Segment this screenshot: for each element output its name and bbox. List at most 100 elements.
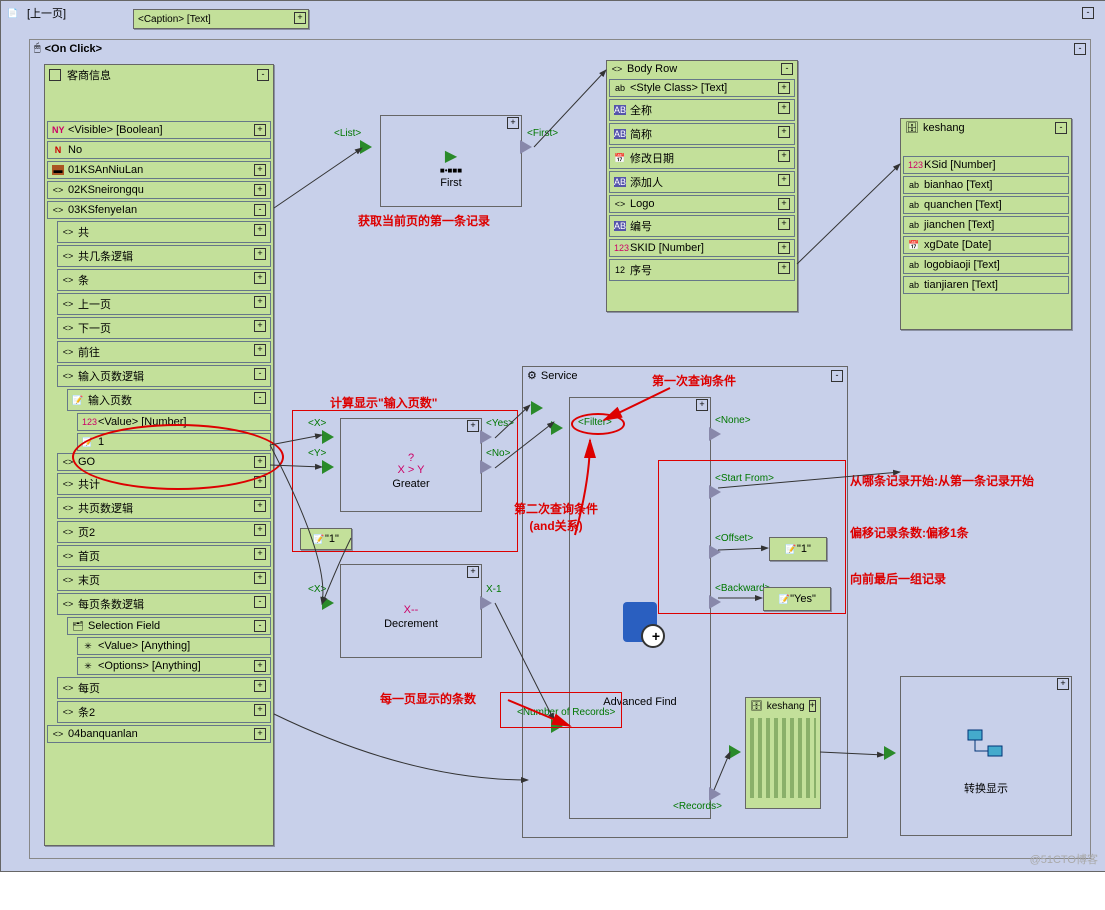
item-total-logic[interactable]: <>共几条逻辑+ [57,245,271,267]
numrec-redbox [500,692,622,728]
item-prev[interactable]: <>上一页+ [57,293,271,315]
jianchen[interactable]: abjianchen [Text] [903,216,1069,234]
collapse-icon[interactable]: - [1082,7,1094,19]
diagram-canvas: 📄 [上一页] <Caption> [Text] + - 🖱 <On Click… [0,0,1105,872]
value-anything[interactable]: ✳<Value> [Anything] [77,637,271,655]
quanchen[interactable]: abquanchen [Text] [903,196,1069,214]
plus-icon[interactable]: + [254,164,266,176]
node-04[interactable]: <>04banquanlan+ [47,725,271,743]
first-title: First [438,175,463,191]
input-logic[interactable]: <>输入页数逻辑- [57,365,271,387]
logobiaoji[interactable]: ablogobiaoji [Text] [903,256,1069,274]
item-perpage[interactable]: <>每页+ [57,677,271,699]
collapse-icon[interactable]: - [257,69,269,81]
dec-out-port[interactable] [480,596,492,610]
item-totalpage-logic[interactable]: <>共页数逻辑+ [57,497,271,519]
tianjiaren[interactable]: AB添加人+ [609,171,795,193]
node-02[interactable]: <>02KSneirongqu+ [47,181,271,199]
plus-icon[interactable]: + [294,12,306,24]
onclick-pane: 🖱 <On Click> - 客商信息 - NY<Visible> [Boole… [29,39,1091,859]
dec-x-port[interactable] [322,596,334,610]
onclick-label: <On Click> [45,43,102,55]
bodyrow-panel: <>Body Row- ab<Style Class> [Text]+ AB全称… [606,60,798,312]
db-search-icon [623,602,657,642]
n4-label: 04banquanlan [68,728,138,740]
perpage-logic[interactable]: <>每页条数逻辑- [57,593,271,615]
no-port[interactable] [480,460,492,474]
in-port[interactable] [360,140,372,154]
collapse-icon[interactable]: - [781,63,793,75]
no-label: No [68,144,82,156]
xuhao[interactable]: 12序号+ [609,259,795,281]
yes-port[interactable] [480,430,492,444]
x-port[interactable] [322,430,334,444]
params-redbox [658,460,846,614]
item-page2[interactable]: <>页2+ [57,521,271,543]
item-first[interactable]: <>首页+ [57,545,271,567]
event-icon: 🖱 [34,42,41,55]
node-01[interactable]: ▬01KSAnNiuLan+ [47,161,271,179]
item-next[interactable]: <>下一页+ [57,317,271,339]
caption-text: <Caption> [Text] [138,14,211,25]
xgdate-t[interactable]: 📅xgDate [Date] [903,236,1069,254]
item-gong[interactable]: <>共+ [57,221,271,243]
out-port[interactable] [520,140,532,154]
greater-title: Greater [390,476,431,492]
n3-label: 03KSfenyeIan [68,204,137,216]
item-tiao2[interactable]: <>条2+ [57,701,271,723]
tianjiaren-t[interactable]: abtianjiaren [Text] [903,276,1069,294]
watermark: @51CTO博客 [1030,851,1098,867]
plus-icon[interactable]: + [507,117,519,129]
input-ellipse [72,424,284,490]
n2-label: 02KSneirongqu [68,184,144,196]
sidebar-header: 客商信息 - [45,65,273,85]
prev-page-label: [上一页] [27,5,66,21]
filter-ellipse [571,413,625,435]
keshang-thumb[interactable]: 🗄keshang+ [745,697,821,809]
q-label: ? [408,452,414,464]
gear-icon: ⚙ [527,369,537,382]
styleclass[interactable]: ab<Style Class> [Text]+ [609,79,795,97]
collapse-icon[interactable]: - [1074,43,1086,55]
skid[interactable]: 123SKID [Number]+ [609,239,795,257]
item-tiao[interactable]: <>条+ [57,269,271,291]
flow-icon [966,728,1006,760]
play-icon: ▶ [445,146,457,166]
greater-node[interactable]: + ? X > Y Greater [340,418,482,512]
greater-anno: 计算显示"输入页数" [330,394,437,411]
keshang-title: keshang [923,122,965,134]
input-page[interactable]: 📝输入页数- [67,389,271,411]
item-goto[interactable]: <>前往+ [57,341,271,363]
item-last[interactable]: <>末页+ [57,569,271,591]
keshang-panel: 🗄keshang- 123KSid [Number] abbianhao [Te… [900,118,1072,330]
first-port: <First> [527,128,558,139]
first-node[interactable]: + ▶ ■•■■■ First [380,115,522,207]
caption-field[interactable]: <Caption> [Text] + [133,9,309,29]
visible-field[interactable]: NY<Visible> [Boolean]+ [47,121,271,139]
quancheng[interactable]: AB全称+ [609,99,795,121]
first-anno: 获取当前页的第一条记录 [358,212,490,229]
sidebar-title: 客商信息 [67,67,111,83]
onclick-header: 🖱 <On Click> - [30,40,1090,57]
const-one-tag[interactable]: 📝"1" [300,528,352,550]
options-anything[interactable]: ✳<Options> [Anything]+ [77,657,271,675]
jiancheng[interactable]: AB简称+ [609,123,795,145]
collapse-icon[interactable]: - [254,204,266,216]
selection-field[interactable]: 🗂Selection Field- [67,617,271,635]
panel-icon [49,69,61,81]
plus-icon[interactable]: + [254,184,266,196]
decrement-node[interactable]: + X-- Decrement [340,564,482,658]
convert-node[interactable]: + 转换显示 [900,676,1072,836]
header: 📄 [上一页] [7,5,66,21]
logo[interactable]: <>Logo+ [609,195,795,213]
xgdate[interactable]: 📅修改日期+ [609,147,795,169]
label-icon: 📄 [7,8,19,18]
bianhao-t[interactable]: abbianhao [Text] [903,176,1069,194]
expr-label: X > Y [397,464,424,476]
node-03[interactable]: <>03KSfenyeIan- [47,201,271,219]
y-port[interactable] [322,460,334,474]
ksid[interactable]: 123KSid [Number] [903,156,1069,174]
no-field[interactable]: NNo [47,141,271,159]
bianhao[interactable]: AB编号+ [609,215,795,237]
plus-icon[interactable]: + [254,124,266,136]
